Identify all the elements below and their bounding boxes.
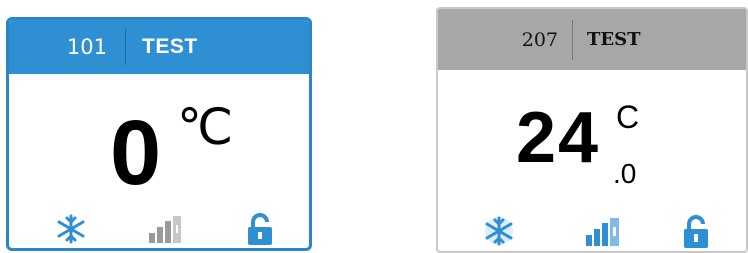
card-header: 207 TEST: [438, 9, 746, 70]
unlock-icon[interactable]: [679, 214, 713, 251]
temperature-unit: C: [616, 99, 640, 135]
header-divider: [572, 19, 573, 60]
device-card-101[interactable]: 101 TEST 0 ℃: [6, 17, 312, 251]
temperature-unit: ℃: [177, 98, 234, 156]
unlock-icon[interactable]: [244, 213, 276, 248]
snowflake-icon[interactable]: [480, 214, 518, 251]
header-divider: [125, 29, 126, 65]
device-card-207[interactable]: 207 TEST 24 C .0: [436, 7, 748, 253]
card-footer: [438, 214, 746, 251]
card-header: 101 TEST: [9, 20, 309, 74]
signal-bars-icon[interactable]: [584, 214, 622, 251]
room-number: 101: [66, 35, 107, 59]
temperature-value: 0: [110, 102, 162, 204]
temperature-value: 24: [516, 98, 601, 178]
card-footer: [9, 213, 309, 248]
device-name: TEST: [142, 35, 198, 58]
temperature-decimal: .0: [613, 158, 637, 189]
device-name: TEST: [587, 29, 641, 50]
signal-bars-icon[interactable]: [147, 213, 183, 248]
room-number: 207: [521, 28, 558, 51]
snowflake-icon[interactable]: [53, 213, 89, 248]
